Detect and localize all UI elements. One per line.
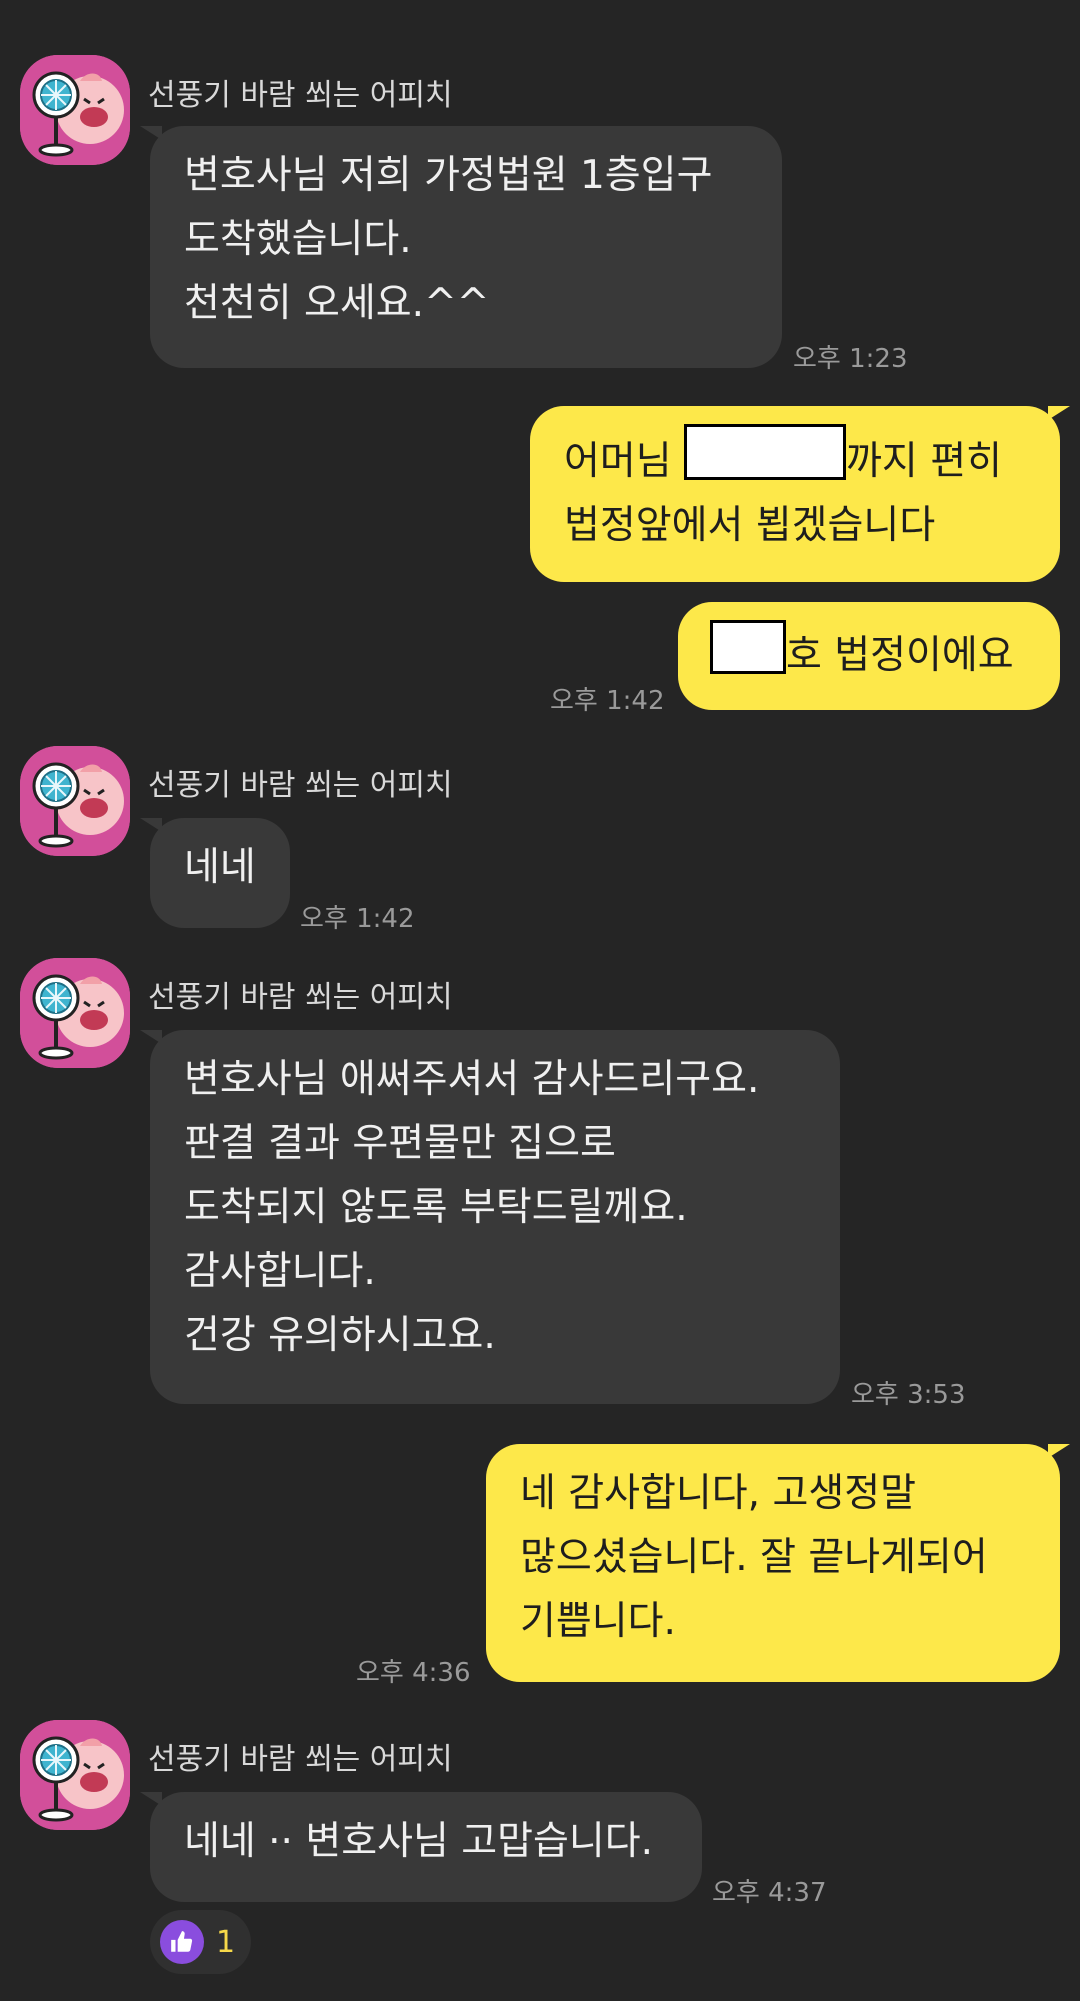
- message-bubble[interactable]: 어머님 까지 편히 법정앞에서 뵙겠습니다: [530, 406, 1070, 582]
- message-text: 변호사님 애써주셔서 감사드리구요.: [184, 1057, 760, 1102]
- redaction-box: [710, 620, 786, 674]
- message-time: 오후 4:37: [712, 1878, 827, 1908]
- message-time: 오후 1:42: [550, 686, 665, 716]
- message-text: 법정앞에서 뵙겠습니다: [564, 503, 936, 548]
- message-bubble[interactable]: 네네: [140, 818, 290, 928]
- apeach-fan-icon: [20, 958, 130, 1068]
- message-text: 네네: [184, 845, 256, 890]
- message-text: 까지 편히: [846, 439, 1002, 484]
- message-text: 네 감사합니다, 고생정말: [520, 1471, 916, 1516]
- message-text: 호 법정이에요: [786, 633, 1014, 678]
- sender-avatar[interactable]: [20, 55, 130, 165]
- message-text: 변호사님 저희 가정법원 1층입구: [184, 153, 713, 198]
- sender-avatar[interactable]: [20, 958, 130, 1068]
- message-text: 어머님: [564, 439, 685, 484]
- redaction-box: [684, 424, 847, 480]
- message-text: 판결 결과 우편물만 집으로: [184, 1121, 616, 1166]
- message-text: 도착되지 않도록 부탁드릴께요.: [184, 1185, 688, 1230]
- message-text: 많으셨습니다. 잘 끝나게되어: [520, 1535, 988, 1580]
- apeach-fan-icon: [20, 1720, 130, 1830]
- message-time: 오후 1:23: [793, 344, 908, 374]
- sender-name: 선풍기 바람 쐬는 어피치: [148, 980, 453, 1015]
- reaction-badge[interactable]: 1: [150, 1910, 252, 1974]
- message-bubble[interactable]: 호 법정이에요: [678, 602, 1060, 710]
- apeach-fan-icon: [20, 55, 130, 165]
- sender-name: 선풍기 바람 쐬는 어피치: [148, 1742, 453, 1777]
- message-bubble[interactable]: 네 감사합니다, 고생정말 많으셨습니다. 잘 끝나게되어 기쁩니다.: [486, 1444, 1070, 1682]
- message-text: 네네 ·· 변호사님 고맙습니다.: [184, 1819, 654, 1864]
- sender-name: 선풍기 바람 쐬는 어피치: [148, 768, 453, 803]
- thumbs-up-icon: [160, 1920, 204, 1964]
- message-bubble[interactable]: 네네 ·· 변호사님 고맙습니다.: [140, 1792, 702, 1902]
- sender-avatar[interactable]: [20, 746, 130, 856]
- message-time: 오후 1:42: [300, 904, 415, 934]
- sender-name: 선풍기 바람 쐬는 어피치: [148, 78, 453, 113]
- message-text: 건강 유의하시고요.: [184, 1313, 496, 1358]
- message-time: 오후 3:53: [851, 1380, 966, 1410]
- message-text: 천천히 오세요.^^: [184, 281, 490, 326]
- apeach-fan-icon: [20, 746, 130, 856]
- reaction-count: 1: [216, 1924, 236, 1960]
- message-text: 도착했습니다.: [184, 217, 412, 262]
- message-bubble[interactable]: 변호사님 애써주셔서 감사드리구요. 판결 결과 우편물만 집으로 도착되지 않…: [140, 1030, 840, 1404]
- message-time: 오후 4:36: [356, 1658, 471, 1688]
- sender-avatar[interactable]: [20, 1720, 130, 1830]
- message-bubble[interactable]: 변호사님 저희 가정법원 1층입구 도착했습니다. 천천히 오세요.^^: [140, 126, 782, 368]
- message-text: 기쁩니다.: [520, 1599, 676, 1644]
- message-text: 감사합니다.: [184, 1249, 376, 1294]
